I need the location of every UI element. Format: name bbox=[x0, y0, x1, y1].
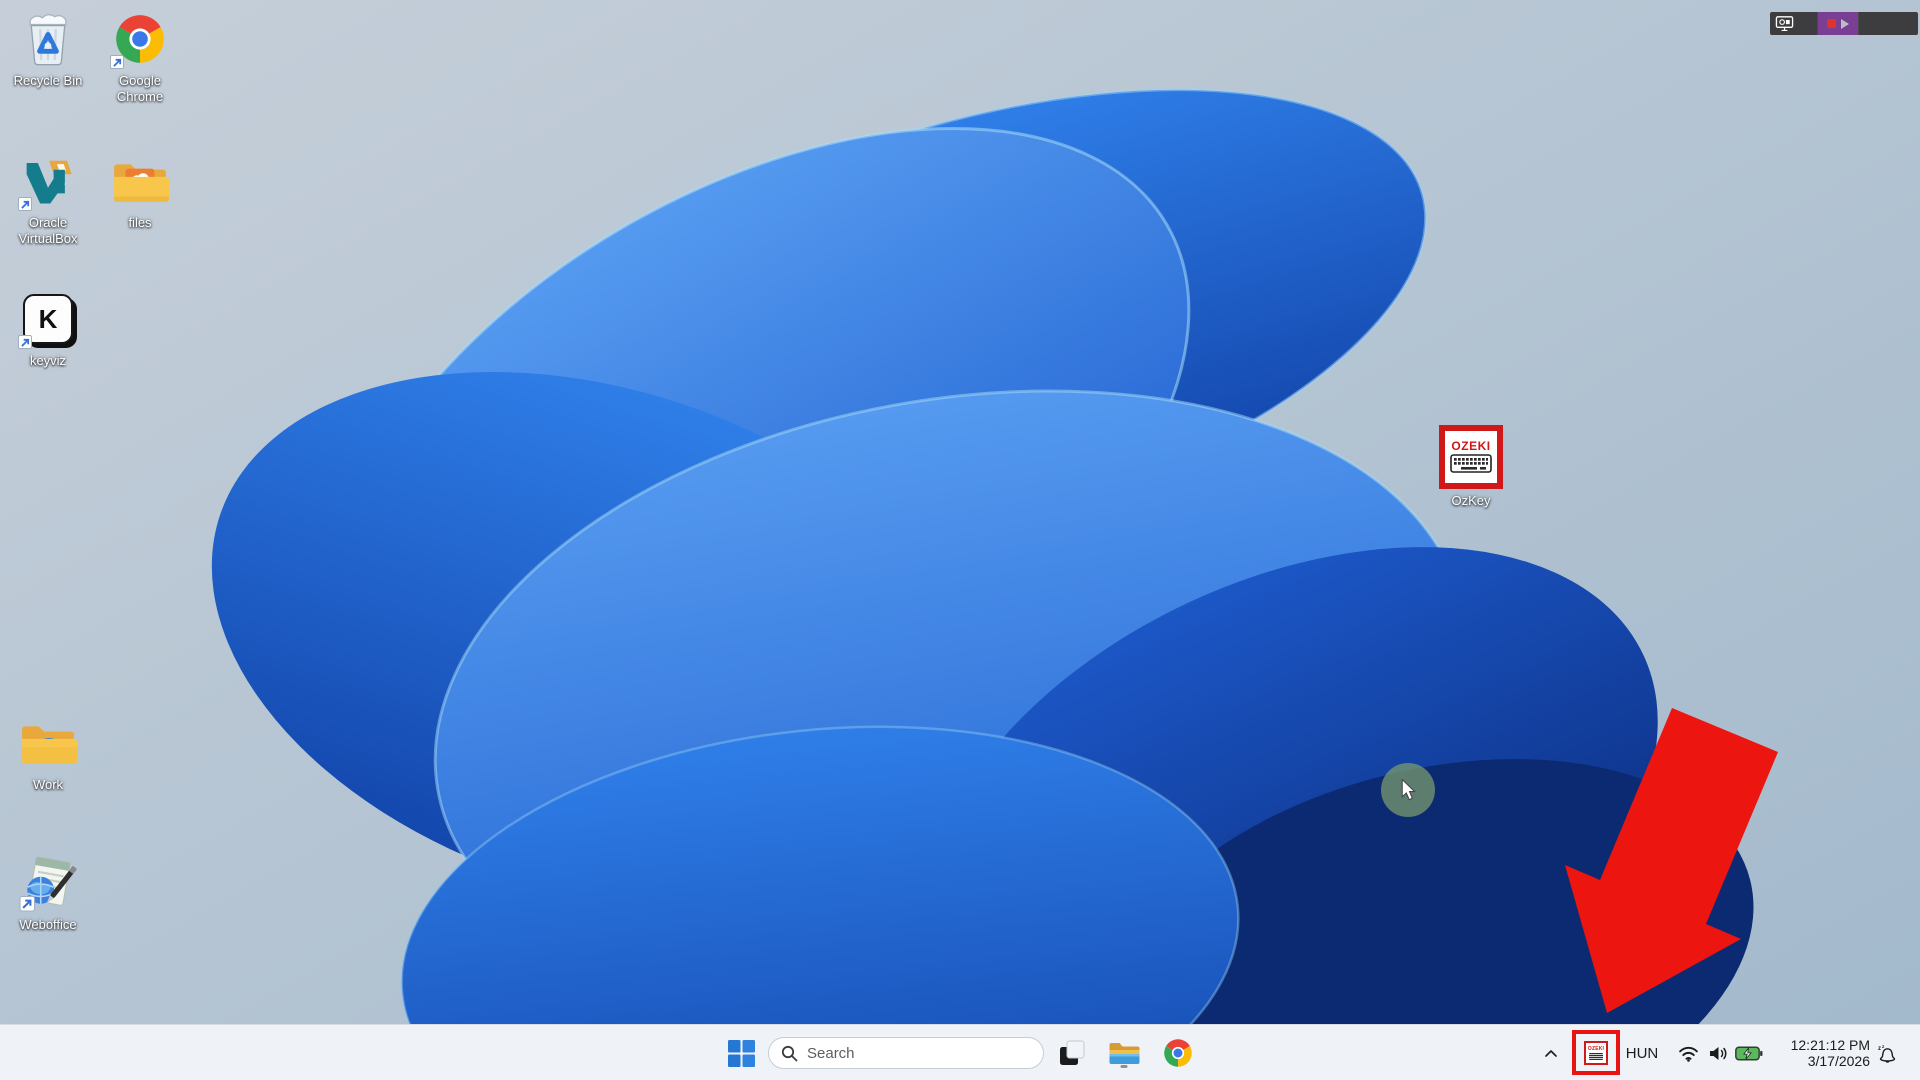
desktop-icon-recycle-bin[interactable]: Recycle Bin bbox=[2, 8, 94, 89]
red-annotation-box bbox=[1572, 1030, 1620, 1075]
weboffice-icon bbox=[17, 852, 79, 914]
running-indicator bbox=[1120, 1065, 1128, 1068]
desktop-icon-keyviz[interactable]: K keyviz bbox=[2, 288, 94, 369]
desktop: Recycle Bin Google Chrome Oracle Virtual… bbox=[0, 0, 1920, 1080]
wifi-button[interactable] bbox=[1674, 1026, 1702, 1080]
chevron-up-icon bbox=[1545, 1049, 1557, 1057]
recorder-overlay-bar bbox=[1770, 12, 1918, 35]
chrome-icon bbox=[1164, 1039, 1192, 1067]
language-indicator[interactable]: HUN bbox=[1622, 1026, 1662, 1080]
taskbar: HUN bbox=[0, 1024, 1920, 1080]
speaker-icon bbox=[1710, 1046, 1727, 1060]
desktop-icon-label: Recycle Bin bbox=[13, 73, 83, 88]
work-folder-icon bbox=[17, 712, 79, 774]
desktop-icon-ozkey[interactable]: OZEKI OzKey bbox=[1425, 424, 1517, 509]
mouse-cursor-icon bbox=[1401, 779, 1416, 801]
desktop-icon-label: keyviz bbox=[29, 353, 67, 368]
desktop-icon-label: files bbox=[128, 215, 152, 230]
ozkey-icon: OZEKI bbox=[1438, 424, 1504, 490]
ozeki-brand-text: OZEKI bbox=[1451, 439, 1491, 453]
desktop-icon-work[interactable]: Work bbox=[2, 712, 94, 793]
search-input[interactable] bbox=[807, 1044, 1017, 1062]
task-view-button[interactable] bbox=[1050, 1035, 1094, 1071]
svg-text:z: z bbox=[1882, 1044, 1885, 1049]
task-view-icon bbox=[1060, 1040, 1085, 1065]
start-button[interactable] bbox=[718, 1035, 764, 1071]
recorder-bar-divider bbox=[1798, 12, 1818, 35]
chrome-icon bbox=[109, 8, 171, 70]
chrome-taskbar-button[interactable] bbox=[1156, 1035, 1200, 1071]
tray-time: 12:21:12 PM bbox=[1790, 1037, 1870, 1053]
file-explorer-button[interactable] bbox=[1102, 1035, 1146, 1071]
monitor-camera-icon bbox=[1775, 16, 1793, 32]
desktop-icon-label: Oracle VirtualBox bbox=[18, 215, 78, 246]
desktop-icon-label: OzKey bbox=[1451, 493, 1491, 508]
play-icon[interactable] bbox=[1841, 18, 1849, 29]
bell-dnd-icon: z z bbox=[1878, 1044, 1895, 1063]
desktop-icon-label: Weboffice bbox=[19, 917, 77, 932]
battery-charging-icon bbox=[1735, 1046, 1763, 1060]
clock[interactable]: 12:21:12 PM 3/17/2026 bbox=[1778, 1026, 1870, 1080]
notification-center-button[interactable]: z z bbox=[1872, 1026, 1902, 1080]
recorder-controls bbox=[1818, 12, 1858, 35]
search-icon bbox=[781, 1045, 798, 1061]
language-label: HUN bbox=[1625, 1044, 1659, 1062]
desktop-icon-weboffice[interactable]: Weboffice bbox=[2, 852, 94, 933]
desktop-icon-label: Work bbox=[32, 777, 64, 792]
wallpaper-image bbox=[0, 0, 1920, 1080]
recycle-bin-icon bbox=[17, 8, 79, 70]
keyviz-icon: K bbox=[17, 288, 79, 350]
search-box[interactable] bbox=[768, 1037, 1044, 1069]
shortcut-arrow-icon bbox=[18, 197, 32, 211]
shortcut-arrow-icon bbox=[110, 55, 124, 69]
virtualbox-icon bbox=[17, 150, 79, 212]
desktop-icon-label: Google Chrome bbox=[116, 73, 164, 104]
desktop-icon-files[interactable]: files bbox=[94, 150, 186, 231]
battery-button[interactable] bbox=[1732, 1026, 1766, 1080]
screen-record-button[interactable] bbox=[1770, 15, 1798, 32]
shortcut-arrow-icon bbox=[18, 335, 32, 349]
files-folder-icon bbox=[109, 150, 171, 212]
tray-date: 3/17/2026 bbox=[1807, 1053, 1870, 1069]
volume-button[interactable] bbox=[1704, 1026, 1732, 1080]
record-stop-icon[interactable] bbox=[1827, 19, 1836, 28]
cursor-highlight bbox=[1381, 763, 1435, 817]
file-explorer-icon bbox=[1109, 1042, 1139, 1064]
wifi-icon bbox=[1678, 1046, 1698, 1062]
desktop-icon-oracle-virtualbox[interactable]: Oracle VirtualBox bbox=[2, 150, 94, 246]
tray-expand-button[interactable] bbox=[1538, 1026, 1564, 1080]
recorder-bar-spacer bbox=[1858, 12, 1918, 35]
svg-text:z: z bbox=[1878, 1046, 1881, 1052]
desktop-icon-google-chrome[interactable]: Google Chrome bbox=[94, 8, 186, 104]
windows-logo-icon bbox=[727, 1039, 755, 1067]
